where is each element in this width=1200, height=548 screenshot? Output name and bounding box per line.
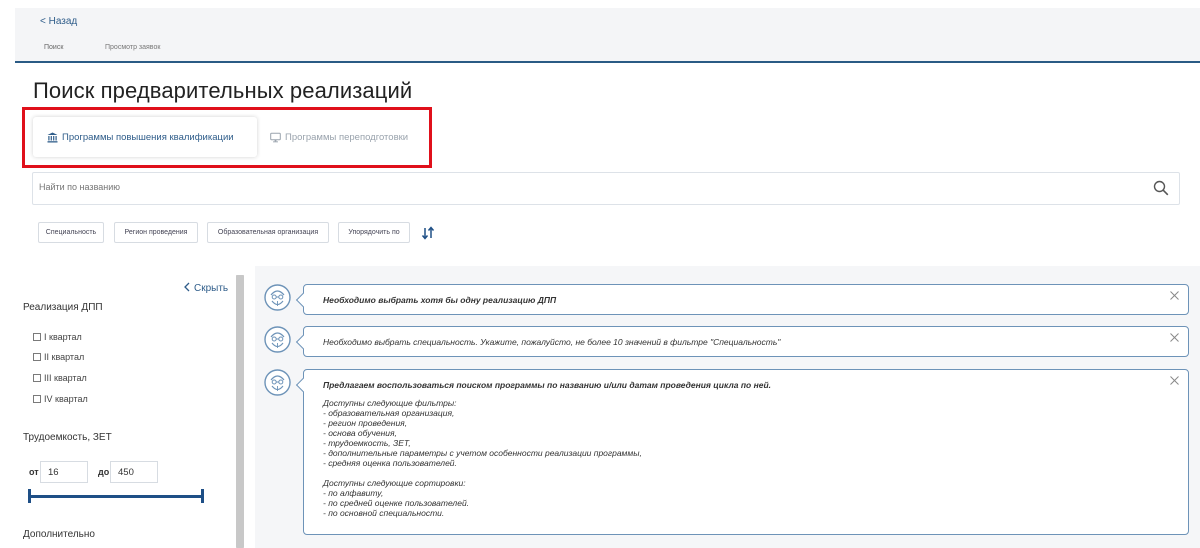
realization-heading: Реализация ДПП — [23, 302, 103, 313]
search-box — [32, 172, 1180, 205]
back-link[interactable]: < Назад — [40, 16, 77, 27]
checkbox-quarter-3[interactable]: III квартал — [33, 373, 87, 383]
range-to-input[interactable] — [110, 461, 158, 483]
filters-heading: Доступны следующие фильтры: — [323, 398, 457, 408]
nav-divider — [15, 61, 1200, 63]
range-from-label: от — [29, 467, 39, 477]
checkbox-label: II квартал — [44, 352, 85, 362]
tab-search[interactable]: Поиск — [44, 44, 63, 51]
checkbox-box[interactable] — [33, 395, 41, 403]
message-card: Необходимо выбрать хотя бы одну реализац… — [295, 284, 1189, 315]
list-item: - регион проведения, — [323, 418, 408, 428]
list-item: - средняя оценка пользователей. — [323, 458, 457, 468]
message-card: Необходимо выбрать специальность. Укажит… — [295, 326, 1189, 357]
range-slider-min-handle[interactable] — [28, 489, 31, 503]
page-title: Поиск предварительных реализаций — [33, 78, 413, 103]
additional-heading: Дополнительно — [23, 529, 95, 540]
sidebar-scrollbar-thumb[interactable] — [236, 275, 244, 548]
close-icon[interactable] — [1170, 333, 1179, 342]
list-item: - по основной специальности. — [323, 508, 445, 518]
message-text: Необходимо выбрать специальность. Укажит… — [323, 337, 781, 347]
checkbox-quarter-2[interactable]: II квартал — [33, 352, 84, 362]
message-title: Предлагаем воспользоваться поиском прогр… — [323, 380, 772, 390]
range-to-label: до — [98, 467, 110, 477]
search-input[interactable] — [39, 182, 1139, 192]
assistant-avatar-icon — [263, 283, 292, 312]
checkbox-quarter-4[interactable]: IV квартал — [33, 394, 88, 404]
list-item: - по алфавиту, — [323, 488, 384, 498]
list-item: - дополнительные параметры с учетом особ… — [323, 448, 642, 458]
list-item: - основа обучения, — [323, 428, 397, 438]
hide-label: Скрыть — [194, 283, 229, 294]
hide-sidebar-link[interactable]: Скрыть — [184, 282, 228, 295]
search-icon[interactable] — [1153, 180, 1169, 196]
checkbox-quarter-1[interactable]: I квартал — [33, 332, 82, 342]
checkbox-label: I квартал — [44, 332, 82, 342]
filter-region-button[interactable]: Регион проведения — [114, 222, 198, 243]
sort-by-button[interactable]: Упорядочить по — [338, 222, 410, 243]
list-item: - по средней оценке пользователей. — [323, 498, 470, 508]
filter-specialty-button[interactable]: Специальность — [38, 222, 104, 243]
checkbox-box[interactable] — [33, 333, 41, 341]
assistant-avatar-icon — [263, 368, 292, 397]
range-slider-track[interactable] — [29, 495, 203, 498]
checkbox-label: III квартал — [44, 373, 87, 383]
sort-direction-icon[interactable] — [421, 226, 435, 240]
top-nav-bar — [15, 8, 1200, 62]
list-item: - образовательная организация, — [323, 408, 455, 418]
tab-view-requests[interactable]: Просмотр заявок — [105, 44, 160, 51]
labor-heading: Трудоемкость, ЗЕТ — [23, 432, 112, 443]
range-from-input[interactable] — [40, 461, 88, 483]
chevron-left-icon — [184, 282, 190, 295]
message-body: Доступны следующие фильтры: - образовате… — [323, 398, 642, 518]
checkbox-box[interactable] — [33, 353, 41, 361]
highlight-box — [22, 107, 432, 168]
close-icon[interactable] — [1170, 291, 1179, 300]
message-card: Предлагаем воспользоваться поиском прогр… — [295, 369, 1189, 535]
filter-organization-button[interactable]: Образовательная организация — [207, 222, 329, 243]
list-item: - трудоемкость, ЗЕТ, — [323, 438, 411, 448]
sorts-heading: Доступны следующие сортировки: — [323, 478, 466, 488]
checkbox-label: IV квартал — [44, 394, 88, 404]
assistant-avatar-icon — [263, 325, 292, 354]
range-slider-max-handle[interactable] — [201, 489, 204, 503]
close-icon[interactable] — [1170, 376, 1179, 385]
checkbox-box[interactable] — [33, 374, 41, 382]
message-text: Необходимо выбрать хотя бы одну реализац… — [323, 295, 557, 305]
